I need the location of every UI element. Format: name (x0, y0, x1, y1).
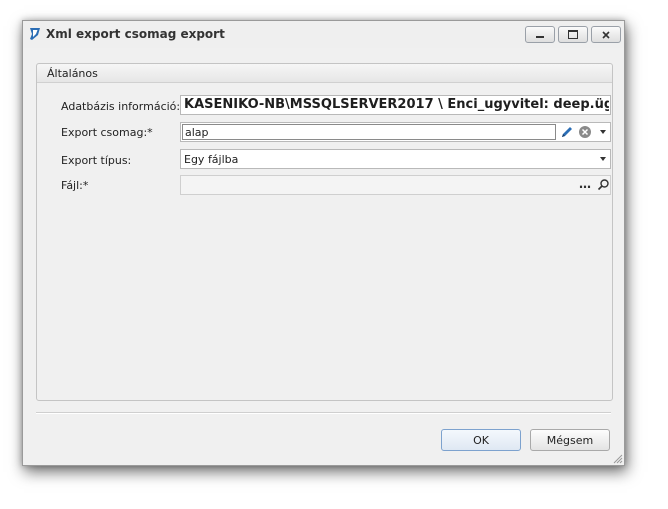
export-type-value: Egy fájlba (184, 153, 239, 166)
package-label: Export csomag:* (61, 126, 153, 139)
title-bar[interactable]: Xml export csomag export (23, 21, 624, 48)
db-info-field: KASENIKO-NB\MSSQLSERVER2017 \ Enci_ugyvi… (180, 95, 611, 115)
close-icon (602, 30, 610, 39)
maximize-button[interactable] (558, 26, 588, 43)
group-header: Általános (37, 64, 612, 83)
close-button[interactable] (591, 26, 621, 43)
package-input[interactable]: alap (182, 124, 556, 140)
db-info-value: KASENIKO-NB\MSSQLSERVER2017 \ Enci_ugyvi… (184, 97, 609, 112)
chevron-down-icon[interactable] (600, 130, 606, 134)
cancel-button[interactable]: Mégsem (530, 429, 610, 451)
export-type-select[interactable]: Egy fájlba (180, 149, 611, 169)
package-combobox[interactable]: alap (180, 122, 611, 142)
package-value[interactable]: alap (185, 126, 209, 139)
maximize-icon (568, 30, 578, 39)
general-groupbox: Általános Adatbázis információ: KASENIKO… (36, 63, 613, 401)
file-label: Fájl:* (61, 179, 89, 192)
export-type-label: Export típus: (61, 154, 132, 167)
browse-ellipsis-button[interactable]: … (579, 177, 591, 191)
group-title: Általános (47, 67, 98, 80)
footer-separator (36, 412, 611, 414)
minimize-icon (536, 36, 544, 38)
resize-grip-icon[interactable] (612, 453, 623, 464)
file-field[interactable]: … (180, 175, 611, 195)
window-title: Xml export csomag export (46, 27, 225, 41)
pencil-edit-icon[interactable] (560, 125, 574, 139)
clear-circle-icon[interactable] (578, 125, 592, 139)
minimize-button[interactable] (525, 26, 555, 43)
app-logo-icon (30, 28, 40, 40)
export-dialog-window: Xml export csomag export Általános Adatb… (22, 20, 625, 466)
db-info-label: Adatbázis információ: (61, 100, 181, 113)
chevron-down-icon[interactable] (600, 157, 606, 161)
search-icon[interactable] (597, 178, 610, 191)
ok-button[interactable]: OK (441, 429, 521, 451)
